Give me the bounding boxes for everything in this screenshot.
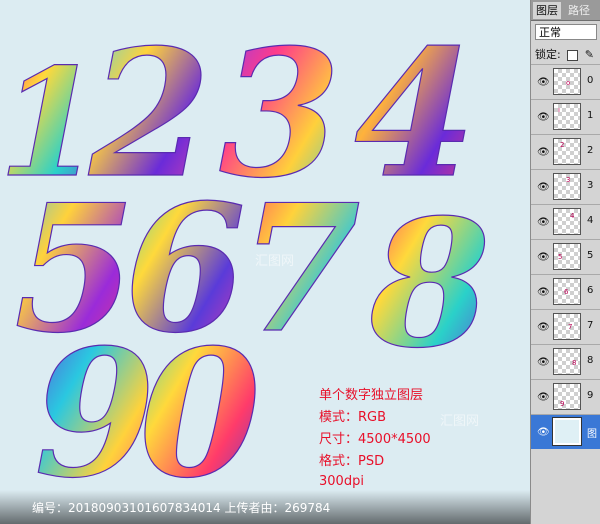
layer-thumbnail: 7	[553, 313, 581, 340]
layer-row-1[interactable]: 👁 ı 1	[531, 99, 600, 134]
lock-transparency-icon[interactable]	[567, 49, 579, 61]
layer-row-8[interactable]: 👁 8 8	[531, 344, 600, 379]
layer-thumbnail: 3	[553, 173, 581, 200]
layer-thumbnail: ı	[553, 103, 581, 130]
layer-name: 1	[587, 110, 594, 121]
lock-row: 锁定: ✎	[535, 46, 594, 62]
layer-row-2[interactable]: 👁 2 2	[531, 134, 600, 169]
layers-panel: 图层 路径 正常 锁定: ✎ 👁 o 0 👁 ı 1 👁 2 2 👁 3 3 👁	[530, 0, 600, 524]
info-line-format: 格式：PSD	[319, 454, 385, 469]
visibility-eye-icon[interactable]: 👁	[537, 112, 550, 123]
layer-thumbnail: o	[553, 68, 581, 95]
visibility-eye-icon[interactable]: 👁	[537, 287, 550, 298]
layer-name: 3	[587, 180, 594, 191]
visibility-eye-icon[interactable]: 👁	[537, 182, 550, 193]
layer-row-5[interactable]: 👁 5 5	[531, 239, 600, 274]
layer-row-3[interactable]: 👁 3 3	[531, 169, 600, 204]
tab-layers[interactable]: 图层	[533, 2, 561, 19]
tab-paths[interactable]: 路径	[565, 2, 593, 19]
visibility-eye-icon[interactable]: 👁	[537, 147, 550, 158]
layer-row-7[interactable]: 👁 7 7	[531, 309, 600, 344]
layer-row-background[interactable]: 👁 图	[531, 414, 600, 449]
layer-row-9[interactable]: 👁 9 9	[531, 379, 600, 414]
digit-9: 9	[34, 312, 156, 517]
visibility-eye-icon[interactable]: 👁	[537, 357, 550, 368]
layer-name: 图	[587, 429, 597, 440]
layer-thumbnail: 6	[553, 278, 581, 305]
layer-name: 9	[587, 390, 594, 401]
artwork-canvas[interactable]: 1234567890 汇图网 汇图网 单个数字独立图层 模式：RGB 尺寸：45…	[0, 0, 530, 524]
layer-row-0[interactable]: 👁 o 0	[531, 64, 600, 99]
layer-thumbnail	[552, 417, 582, 446]
digit-0: 0	[139, 312, 261, 517]
lock-brush-icon[interactable]: ✎	[585, 48, 594, 61]
layer-thumbnail: 9	[553, 383, 581, 410]
digit-8: 8	[368, 182, 491, 387]
watermark-center: 汇图网	[255, 254, 295, 269]
footer-text: 编号：20180903101607834014 上传者由：269784	[32, 501, 331, 515]
info-line-mode: 模式：RGB	[319, 410, 387, 425]
layer-thumbnail: 2	[553, 138, 581, 165]
info-line-size: 尺寸：4500*4500	[319, 432, 431, 447]
visibility-eye-icon[interactable]: 👁	[537, 427, 550, 438]
visibility-eye-icon[interactable]: 👁	[537, 322, 550, 333]
info-line-dpi: 300dpi	[319, 474, 364, 489]
layer-name: 7	[587, 320, 594, 331]
layer-name: 4	[587, 215, 594, 226]
layer-name: 8	[587, 355, 594, 366]
footer-bar: 编号：20180903101607834014 上传者由：269784	[0, 490, 530, 524]
layer-row-4[interactable]: 👁 4 4	[531, 204, 600, 239]
layer-thumbnail: 4	[553, 208, 581, 235]
layer-name: 2	[587, 145, 594, 156]
visibility-eye-icon[interactable]: 👁	[537, 77, 550, 88]
layer-name: 0	[587, 75, 594, 86]
lock-label: 锁定:	[535, 48, 561, 61]
watermark-right: 汇图网	[440, 414, 480, 429]
layer-thumbnail: 5	[553, 243, 581, 270]
layer-name: 5	[587, 250, 594, 261]
visibility-eye-icon[interactable]: 👁	[537, 217, 550, 228]
info-line-layers: 单个数字独立图层	[319, 388, 424, 403]
visibility-eye-icon[interactable]: 👁	[537, 252, 550, 263]
layers-list: 👁 o 0 👁 ı 1 👁 2 2 👁 3 3 👁 4 4 👁 5 5 👁 6 …	[531, 64, 600, 449]
blend-mode-select[interactable]: 正常	[535, 24, 597, 40]
layer-row-6[interactable]: 👁 6 6	[531, 274, 600, 309]
layer-thumbnail: 8	[553, 348, 581, 375]
panel-tabs: 图层 路径	[531, 0, 600, 21]
layer-name: 6	[587, 285, 594, 296]
visibility-eye-icon[interactable]: 👁	[537, 392, 550, 403]
